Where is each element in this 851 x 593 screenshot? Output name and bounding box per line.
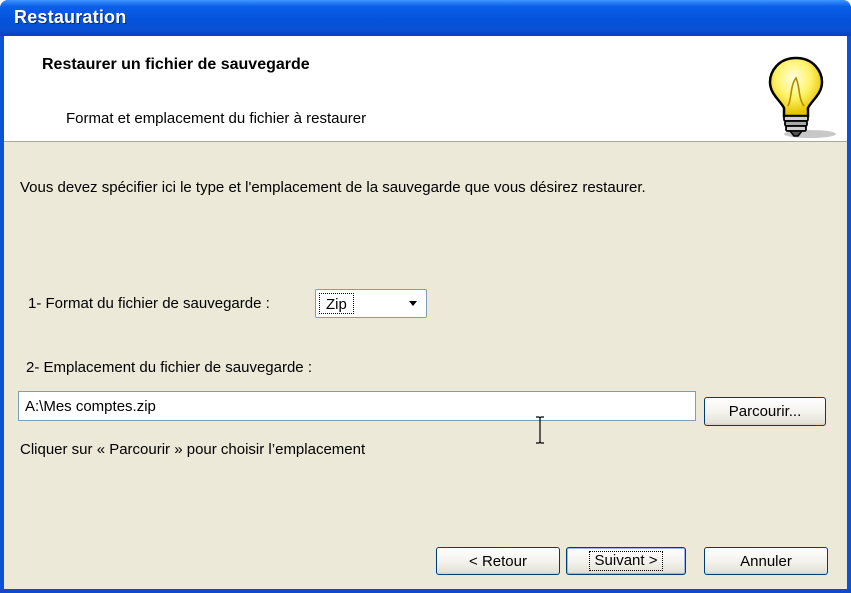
format-dropdown[interactable]: Zip <box>315 289 427 318</box>
intro-text: Vous devez spécifier ici le type et l'em… <box>20 179 646 196</box>
next-button[interactable]: Suivant > <box>566 547 686 575</box>
back-button[interactable]: < Retour <box>436 547 560 575</box>
lightbulb-icon <box>768 56 836 138</box>
window-frame-bottom <box>0 589 851 593</box>
window-title: Restauration <box>14 7 127 27</box>
wizard-header: Restaurer un fichier de sauvegarde Forma… <box>4 36 847 142</box>
header-subtitle: Format et emplacement du fichier à resta… <box>66 110 367 127</box>
wizard-client-area: Restaurer un fichier de sauvegarde Forma… <box>4 36 847 589</box>
cancel-button[interactable]: Annuler <box>704 547 828 575</box>
browse-hint: Cliquer sur « Parcourir » pour choisir l… <box>20 441 366 458</box>
header-title: Restaurer un fichier de sauvegarde <box>42 56 310 73</box>
format-selected-value: Zip <box>319 293 354 314</box>
backup-path-input[interactable] <box>18 391 696 421</box>
title-bar[interactable]: Restauration <box>0 0 851 36</box>
location-label: 2- Emplacement du fichier de sauvegarde … <box>26 359 312 376</box>
next-button-label: Suivant > <box>588 551 664 571</box>
format-label: 1- Format du fichier de sauvegarde : <box>28 295 270 312</box>
browse-button[interactable]: Parcourir... <box>704 397 826 426</box>
text-cursor-icon <box>536 416 544 444</box>
wizard-window: Restauration Restaurer un fichier de sau… <box>0 0 851 593</box>
window-frame-right <box>847 36 851 593</box>
chevron-down-icon[interactable] <box>403 294 423 313</box>
